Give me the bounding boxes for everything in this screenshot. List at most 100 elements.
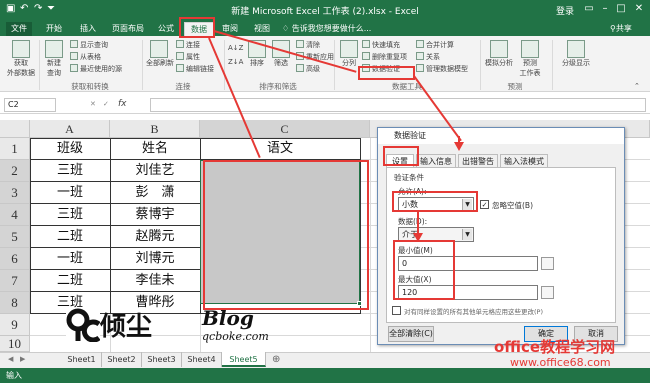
table-cell[interactable]: 二班 [30,226,110,248]
split-columns-icon [340,40,358,58]
row-header[interactable]: 3 [0,182,30,204]
row-header[interactable]: 8 [0,292,30,314]
row-header[interactable]: 5 [0,226,30,248]
dialog-tab-ime-mode[interactable]: 输入法模式 [500,154,548,167]
edit-links-button[interactable]: 编辑链接 [176,64,214,74]
new-query-button[interactable]: 新建 查询 [42,40,66,78]
forecast-sheet-button[interactable]: 预测 工作表 [516,40,544,78]
text-to-columns-button[interactable]: 分列 [338,40,360,68]
data-model-icon [416,64,424,72]
range-select-icon[interactable] [541,257,554,270]
apply-all-label: 对有同样设置的所有其他单元格应用这些更改(P) [404,308,543,316]
flash-fill-button[interactable]: 快速填充 [362,40,400,50]
name-box[interactable]: C2 [4,98,56,112]
sign-in-link[interactable]: 登录 [556,4,574,17]
tab-formulas[interactable]: 公式 [152,22,180,36]
link-icon [176,40,184,48]
formula-input[interactable] [150,98,646,112]
select-all-corner[interactable] [0,120,30,138]
outline-label: 分级显示 [562,59,590,67]
apply-all-checkbox[interactable] [392,306,401,315]
ribbon-options-icon[interactable]: ▭ [582,2,596,16]
edit-links-label: 编辑链接 [186,65,214,73]
table-cell[interactable]: 李佳未 [110,270,200,292]
sheet-tab-5[interactable]: Sheet5 [222,352,266,367]
get-external-data-button[interactable]: 获取 外部数据 [6,40,36,78]
table-cell[interactable]: 赵腾元 [110,226,200,248]
consolidate-button[interactable]: 合并计算 [416,40,454,50]
outline-button[interactable]: 分级显示 [556,40,596,68]
sort-az-icon[interactable]: A↓Z [228,44,243,52]
advanced-filter-button[interactable]: 高级 [296,64,320,74]
dialog-tab-error-alert[interactable]: 出错警告 [458,154,498,167]
table-cell[interactable]: 刘博元 [110,248,200,270]
add-sheet-icon[interactable]: ⊕ [272,354,280,365]
row-header[interactable]: 1 [0,138,30,160]
properties-label: 属性 [186,53,200,61]
sort-za-icon[interactable]: Z↓A [228,58,243,66]
table-cell[interactable]: 蔡博宇 [110,204,200,226]
clear-filter-label: 清除 [306,41,320,49]
collapse-ribbon-icon[interactable]: ⌃ [634,82,640,90]
row-header[interactable]: 6 [0,248,30,270]
sheet-tab-1[interactable]: Sheet1 [62,352,102,367]
table-cell[interactable]: 一班 [30,248,110,270]
close-icon[interactable]: ✕ [632,2,646,16]
tab-home[interactable]: 开始 [40,22,68,36]
header-cell[interactable]: 班级 [30,138,110,160]
row-header[interactable]: 7 [0,270,30,292]
header-cell[interactable]: 姓名 [110,138,200,160]
manage-data-model-button[interactable]: 管理数据模型 [416,64,468,74]
sheet-tab-4[interactable]: Sheet4 [182,352,222,367]
clear-all-button[interactable]: 全部清除(C) [388,326,434,342]
table-cell[interactable]: 三班 [30,204,110,226]
row-header[interactable]: 9 [0,314,30,336]
tell-me-box[interactable]: ♢ 告诉我您想要做什么... [282,22,371,36]
refresh-all-button[interactable]: 全部刷新 [146,40,174,68]
show-queries-button[interactable]: 显示查询 [70,40,108,50]
connections-button[interactable]: 连接 [176,40,200,50]
column-header-a[interactable]: A [30,120,110,138]
row-header[interactable]: 2 [0,160,30,182]
relationships-button[interactable]: 关系 [416,52,440,62]
from-table-button[interactable]: 从表格 [70,52,101,62]
maximize-icon[interactable]: □ [614,2,628,16]
share-button[interactable]: ⚲共享 [610,22,632,36]
minimize-icon[interactable]: – [598,2,612,16]
properties-button[interactable]: 属性 [176,52,200,62]
row-header[interactable]: 10 [0,336,30,352]
remove-duplicates-button[interactable]: 删除重复项 [362,52,407,62]
confirm-entry-icon[interactable]: ✓ [103,100,109,108]
header-cell[interactable]: 语文 [200,138,360,160]
forecast-sheet-label: 预测 工作表 [519,59,541,77]
range-select-icon[interactable] [541,286,554,299]
sheet-tab-2[interactable]: Sheet2 [102,352,142,367]
tab-page-layout[interactable]: 页面布局 [106,22,150,36]
tab-insert[interactable]: 插入 [74,22,102,36]
column-header-b[interactable]: B [110,120,200,138]
what-if-analysis-button[interactable]: 模拟分析 [484,40,514,68]
recent-sources-button[interactable]: 最近使用的源 [70,64,122,74]
tab-view[interactable]: 视图 [248,22,276,36]
table-cell[interactable]: 彭 潇 [110,182,200,204]
dialog-tab-input-message[interactable]: 输入信息 [416,154,456,167]
table-cell[interactable]: 一班 [30,182,110,204]
insert-function-icon[interactable]: fx [118,99,127,109]
tab-file[interactable]: 文件 [6,22,32,36]
watermark-logo [66,308,101,343]
row-header[interactable]: 4 [0,204,30,226]
filter-button[interactable]: 筛选 [270,40,292,68]
get-external-data-label: 获取 外部数据 [7,59,35,77]
scroll-right-icon[interactable]: ▶ [20,355,25,363]
table-cell[interactable]: 刘佳艺 [110,160,200,182]
ignore-blank-checkbox[interactable]: ✓ [480,200,489,209]
scroll-left-icon[interactable]: ◀ [8,355,13,363]
sheet-tab-3[interactable]: Sheet3 [142,352,182,367]
cancel-entry-icon[interactable]: ✕ [90,100,96,108]
table-cell[interactable]: 三班 [30,160,110,182]
column-header-c[interactable]: C [200,120,370,138]
clear-filter-button[interactable]: 清除 [296,40,320,50]
remove-duplicates-icon [362,52,370,60]
recent-sources-label: 最近使用的源 [80,65,122,73]
table-cell[interactable]: 二班 [30,270,110,292]
